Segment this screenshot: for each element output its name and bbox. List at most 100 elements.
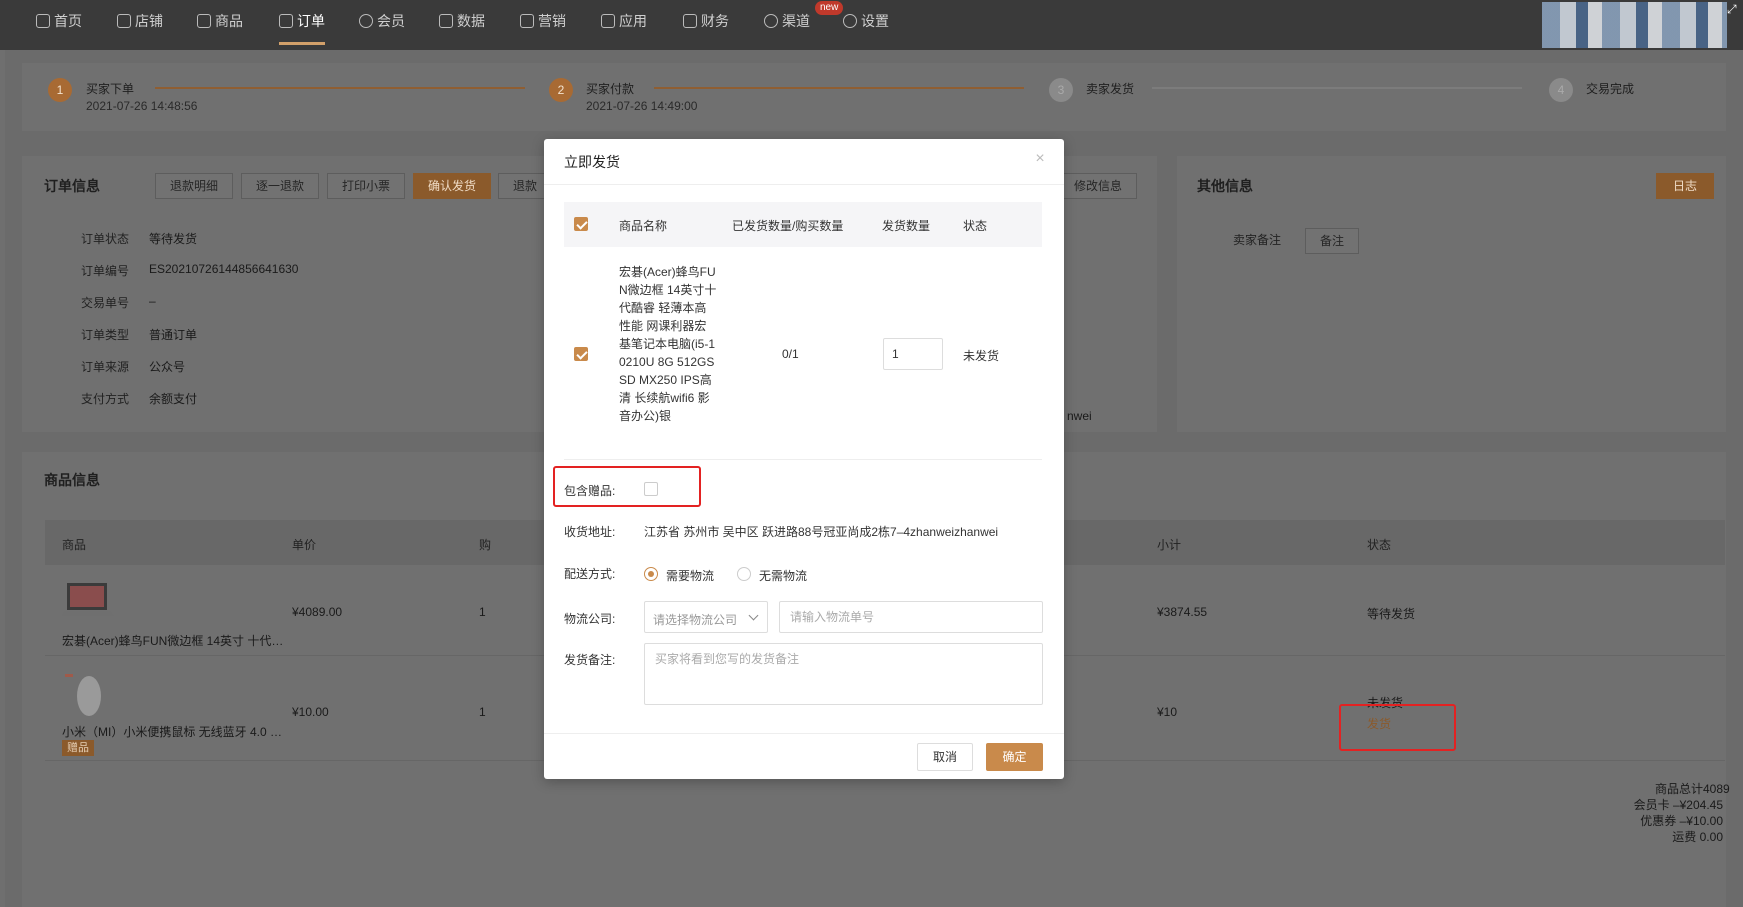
goods-row-2-price: ¥10.00: [292, 705, 329, 719]
total-coupon: 优惠券 –¥10.00: [1640, 814, 1723, 828]
seller-note-label: 卖家备注: [1233, 233, 1282, 247]
radio-need-logistics[interactable]: [644, 567, 658, 581]
goods-row-1-subtotal: ¥3874.55: [1157, 605, 1208, 619]
highlight-frame-gift: [553, 466, 701, 507]
add-note-button[interactable]: 备注: [1305, 228, 1360, 254]
cancel-button[interactable]: 取消: [917, 743, 973, 771]
need-logistics-label[interactable]: 需要物流: [666, 567, 714, 584]
channel-icon: [764, 14, 778, 28]
order-number-value: ES20210726144856641630: [149, 262, 299, 276]
nav-goods[interactable]: 商品: [197, 10, 243, 32]
home-icon: [36, 14, 50, 28]
nav-apps[interactable]: 应用: [601, 10, 647, 32]
table-divider: [564, 459, 1042, 460]
logistics-placeholder: 请选择物流公司: [653, 613, 738, 627]
no-logistics-label[interactable]: 无需物流: [759, 567, 807, 584]
goods-icon: [197, 14, 211, 28]
member-icon: [359, 14, 373, 28]
order-info-title: 订单信息: [44, 178, 100, 194]
step-1-time: 2021-07-26 14:48:56: [86, 99, 198, 113]
logistics-label: 物流公司:: [564, 612, 616, 626]
mouse-thumbnail: [62, 670, 116, 720]
nav-home[interactable]: 首页: [36, 10, 82, 32]
ship-now-dialog: 立即发货 × 商品名称 已发货数量/购买数量 发货数量 状态 宏碁(Acer)蜂…: [544, 139, 1064, 779]
confirm-ship-button[interactable]: 确认发货: [413, 173, 492, 199]
step-line-1: [155, 87, 525, 89]
step-2-title: 买家付款: [586, 82, 635, 96]
th-shipped-qty: 已发货数量/购买数量: [732, 219, 844, 233]
order-type-value: 普通订单: [149, 328, 198, 342]
goods-row-2-subtotal: ¥10: [1157, 705, 1178, 719]
step-2-time: 2021-07-26 14:49:00: [586, 99, 698, 113]
edit-info-button[interactable]: 修改信息: [1059, 173, 1138, 199]
fullscreen-icon[interactable]: ⤢: [1727, 2, 1741, 16]
logistics-company-select[interactable]: 请选择物流公司: [644, 601, 768, 633]
delivery-label: 配送方式:: [564, 567, 616, 581]
nav-data[interactable]: 数据: [439, 10, 485, 32]
tracking-number-input[interactable]: [779, 601, 1043, 633]
nav-settings[interactable]: 设置: [843, 10, 889, 32]
other-info-title: 其他信息: [1197, 178, 1253, 194]
step-4-circle: 4: [1549, 78, 1573, 102]
radio-no-logistics[interactable]: [737, 567, 751, 581]
total-shipping: 运费 0.00: [1672, 830, 1723, 844]
total-goods: 商品总计4089: [1655, 782, 1730, 796]
step-4-title: 交易完成: [1586, 82, 1635, 96]
ship-remark-textarea[interactable]: [644, 643, 1043, 705]
select-all-checkbox[interactable]: [574, 217, 588, 231]
th-ship-qty: 发货数量: [882, 219, 931, 233]
gift-tag: 赠品: [62, 740, 94, 756]
footer-divider: [544, 733, 1064, 734]
confirm-button[interactable]: 确定: [986, 743, 1043, 771]
laptop-thumbnail: [62, 580, 116, 622]
chart-icon: [439, 14, 453, 28]
nav-finance[interactable]: 财务: [683, 10, 729, 32]
order-number-label: 订单编号: [81, 264, 130, 278]
ship-status: 未发货: [963, 349, 1000, 363]
order-status-label: 订单状态: [81, 232, 130, 246]
nav-channels[interactable]: 渠道: [764, 10, 810, 32]
address-label: 收货地址:: [564, 525, 616, 539]
th-product-name: 商品名称: [619, 219, 668, 233]
ship-qty-input[interactable]: [883, 338, 943, 370]
order-type-label: 订单类型: [81, 328, 130, 342]
nav-store[interactable]: 店铺: [117, 10, 163, 32]
address-value: 江苏省 苏州市 吴中区 跃进路88号冠亚尚成2栋7–4zhanweizhanwe…: [644, 525, 999, 539]
goods-row-2-name[interactable]: 小米（MI）小米便携鼠标 无线蓝牙 4.0 …: [62, 723, 282, 740]
close-icon[interactable]: ×: [1032, 151, 1048, 167]
nav-orders[interactable]: 订单: [279, 10, 325, 45]
log-button[interactable]: 日志: [1656, 173, 1715, 199]
step-1-circle: 1: [48, 78, 72, 102]
step-3-circle: 3: [1049, 78, 1073, 102]
total-member-card: 会员卡 –¥204.45: [1633, 798, 1723, 812]
new-badge: new: [815, 1, 844, 15]
orders-icon: [279, 14, 293, 28]
step-2-circle: 2: [549, 78, 573, 102]
print-receipt-button[interactable]: 打印小票: [327, 173, 406, 199]
col-price: 单价: [292, 538, 317, 552]
step-1-title: 买家下单: [86, 82, 135, 96]
step-3-title: 卖家发货: [1086, 82, 1135, 96]
dialog-title: 立即发货: [564, 154, 620, 170]
refund-detail-button[interactable]: 退款明细: [155, 173, 234, 199]
nav-members[interactable]: 会员: [359, 10, 405, 32]
goods-row-1-name[interactable]: 宏碁(Acer)蜂鸟FUN微边框 14英寸 十代…: [62, 632, 283, 649]
gear-icon: [843, 14, 857, 28]
shipped-count: 0/1: [782, 347, 799, 361]
product-checkbox[interactable]: [574, 347, 588, 361]
refund-one-by-one-button[interactable]: 逐一退款: [241, 173, 320, 199]
finance-icon: [683, 14, 697, 28]
col-goods: 商品: [62, 538, 87, 552]
store-icon: [117, 14, 131, 28]
highlight-frame-status: [1339, 704, 1456, 751]
payment-method-value: 余额支付: [149, 392, 198, 406]
th-status: 状态: [963, 219, 988, 233]
app-icon: [601, 14, 615, 28]
avatar[interactable]: [1542, 2, 1727, 48]
goods-row-1-status: 等待发货: [1367, 607, 1416, 621]
step-line-3: [1152, 87, 1522, 89]
nav-marketing[interactable]: 营销: [520, 10, 566, 32]
goods-row-1-price: ¥4089.00: [292, 605, 343, 619]
order-source-value: 公众号: [149, 360, 186, 374]
order-steps: 1 买家下单 2021-07-26 14:48:56 2 买家付款 2021-0…: [22, 63, 1726, 131]
